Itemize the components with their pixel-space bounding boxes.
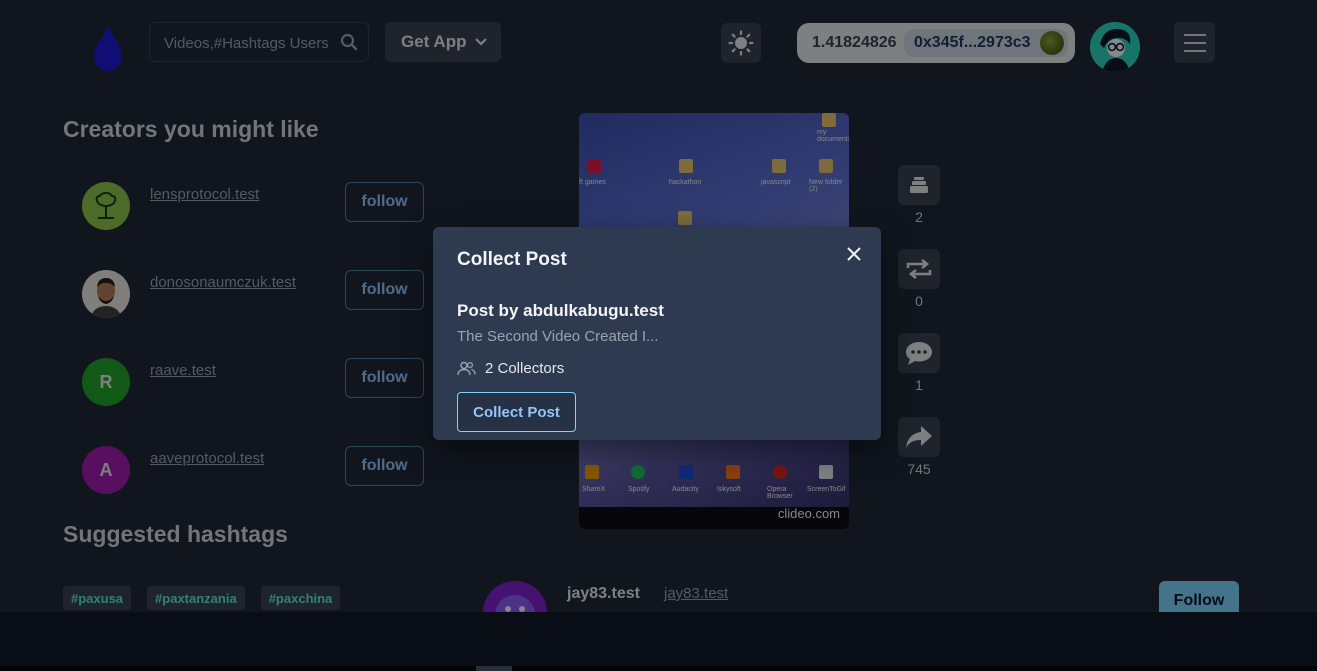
collectors-count: 2 Collectors xyxy=(485,360,565,377)
close-icon[interactable] xyxy=(843,243,865,265)
collect-post-button[interactable]: Collect Post xyxy=(457,392,576,432)
collectors-info[interactable]: 2 Collectors xyxy=(457,360,564,377)
post-by-text: Post by abdulkabugu.test xyxy=(457,301,664,320)
collect-post-modal: Collect Post Post by abdulkabugu.test Th… xyxy=(433,227,881,440)
close-x-glyph xyxy=(847,247,861,261)
modal-title: Collect Post xyxy=(457,249,567,270)
users-icon xyxy=(457,361,476,376)
post-description: The Second Video Created I... xyxy=(457,328,659,345)
